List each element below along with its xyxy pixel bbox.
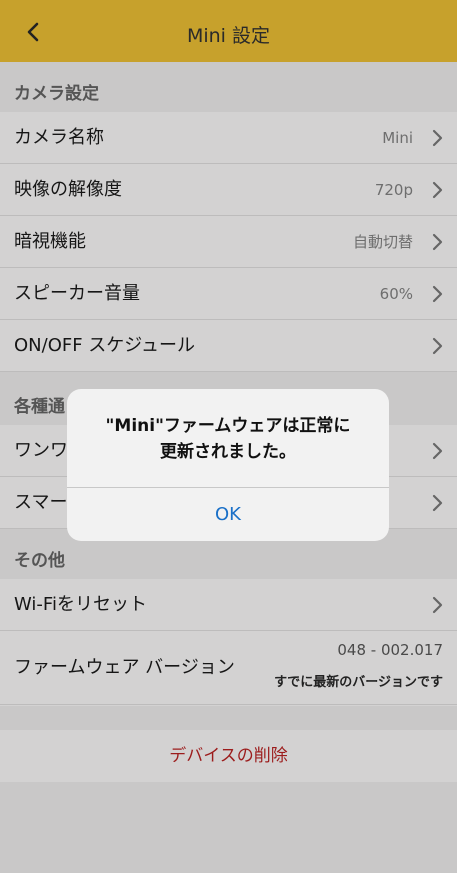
row-value: 720p xyxy=(374,181,413,199)
chevron-right-icon xyxy=(432,442,443,460)
row-label: ON/OFF スケジュール xyxy=(14,335,196,356)
chevron-right-icon xyxy=(432,181,443,199)
row-value: 自動切替 xyxy=(352,233,413,251)
bottom-background xyxy=(0,782,457,873)
chevron-right-icon xyxy=(432,596,443,614)
row-label: Wi-Fiをリセット xyxy=(14,594,147,615)
row-label: スマー xyxy=(14,492,68,513)
firmware-version-value: 048 - 002.017 xyxy=(337,641,443,659)
dialog-message-line2: 更新されました。 xyxy=(160,442,296,462)
row-label: 映像の解像度 xyxy=(14,179,122,200)
chevron-right-icon xyxy=(432,337,443,355)
row-night-vision[interactable]: 暗視機能 自動切替 xyxy=(0,216,457,268)
delete-device-button[interactable]: デバイスの削除 xyxy=(0,730,457,782)
row-label: ファームウェア バージョン xyxy=(14,657,235,678)
dialog-message: "Mini"ファームウェアは正常に 更新されました。 xyxy=(83,413,373,465)
row-label: 暗視機能 xyxy=(14,231,86,252)
row-wifi-reset[interactable]: Wi-Fiをリセット xyxy=(0,579,457,631)
section-gap xyxy=(0,706,457,730)
row-speaker-volume[interactable]: スピーカー音量 60% xyxy=(0,268,457,320)
nav-bar: Mini 設定 xyxy=(0,0,457,62)
row-resolution[interactable]: 映像の解像度 720p xyxy=(0,164,457,216)
row-label: カメラ名称 xyxy=(14,127,104,148)
row-onoff-schedule[interactable]: ON/OFF スケジュール xyxy=(0,320,457,372)
chevron-right-icon xyxy=(432,129,443,147)
row-value: Mini xyxy=(382,129,413,147)
dialog-message-line1: "Mini"ファームウェアは正常に xyxy=(105,416,351,436)
row-firmware-version: ファームウェア バージョン 048 - 002.017 すでに最新のバージョンで… xyxy=(0,631,457,705)
firmware-status: すでに最新のバージョンです xyxy=(274,675,443,690)
page-title: Mini 設定 xyxy=(186,25,271,47)
ok-button[interactable]: OK xyxy=(67,488,389,541)
row-label: ワンワ xyxy=(14,440,68,461)
chevron-right-icon xyxy=(432,233,443,251)
section-header-camera: カメラ設定 xyxy=(0,62,457,112)
row-label: スピーカー音量 xyxy=(14,283,140,304)
chevron-right-icon xyxy=(432,494,443,512)
chevron-right-icon xyxy=(432,285,443,303)
row-camera-name[interactable]: カメラ名称 Mini xyxy=(0,112,457,164)
update-success-dialog: "Mini"ファームウェアは正常に 更新されました。 OK xyxy=(67,389,389,541)
row-value: 60% xyxy=(379,285,413,303)
